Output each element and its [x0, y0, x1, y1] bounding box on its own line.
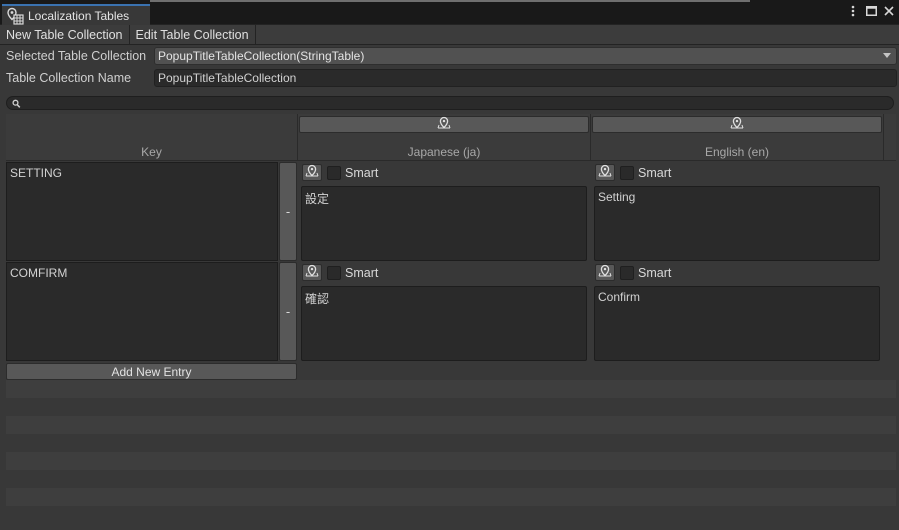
translation-field[interactable]: 確認	[301, 286, 587, 361]
remove-entry-button[interactable]: -	[279, 262, 297, 361]
empty-row	[6, 380, 896, 398]
entry-settings-button[interactable]	[302, 264, 322, 281]
smart-checkbox[interactable]	[620, 265, 634, 280]
smart-label: Smart	[345, 165, 379, 180]
table-row: SETTING - Smart 設定 Smart Setting	[6, 162, 896, 262]
locale-settings-icon	[437, 116, 451, 133]
selected-collection-value: PopupTitleTableCollection(StringTable)	[158, 49, 365, 63]
edit-table-collection-button[interactable]: Edit Table Collection	[130, 25, 256, 44]
smart-checkbox[interactable]	[327, 265, 341, 280]
locale-ja-settings-button[interactable]	[299, 116, 589, 133]
column-header-japanese[interactable]: Japanese (ja)	[298, 145, 590, 159]
collection-name-field[interactable]: PopupTitleTableCollection	[154, 69, 897, 87]
locale-settings-icon	[598, 164, 612, 181]
cell-controls: Smart	[595, 264, 671, 281]
cell-controls: Smart	[595, 164, 671, 181]
locale-cell-ja: Smart 確認	[300, 262, 590, 361]
translation-value: Confirm	[598, 290, 641, 304]
smart-label: Smart	[345, 265, 379, 280]
entry-settings-button[interactable]	[302, 164, 322, 181]
empty-row	[6, 452, 896, 470]
add-new-entry-button[interactable]: Add New Entry	[6, 363, 297, 380]
cell-controls: Smart	[302, 164, 378, 181]
chevron-down-icon	[883, 53, 891, 58]
entry-settings-button[interactable]	[595, 164, 615, 181]
localization-table: Key Japanese (ja) English (en) SETTING -	[6, 114, 896, 530]
translation-field[interactable]: Confirm	[594, 286, 880, 361]
empty-row	[6, 398, 896, 416]
tab-strip-divider	[150, 0, 750, 2]
window-tab-strip: Localization Tables	[0, 0, 899, 25]
locale-settings-icon	[730, 116, 744, 133]
locale-settings-icon	[305, 164, 319, 181]
table-row: COMFIRM - Smart 確認 Smart Confirm	[6, 262, 896, 362]
selected-collection-row: Selected Table Collection PopupTitleTabl…	[0, 46, 899, 66]
translation-field[interactable]: Setting	[594, 186, 880, 261]
collection-name-value: PopupTitleTableCollection	[158, 71, 297, 85]
locale-settings-icon	[305, 264, 319, 281]
search-input[interactable]	[6, 96, 894, 110]
remove-entry-button[interactable]: -	[279, 162, 297, 261]
locale-cell-en: Smart Confirm	[593, 262, 883, 361]
key-field[interactable]: COMFIRM	[6, 262, 278, 361]
empty-row	[6, 488, 896, 506]
collection-name-label: Table Collection Name	[6, 71, 132, 85]
empty-row	[6, 434, 896, 452]
key-field[interactable]: SETTING	[6, 162, 278, 261]
close-icon[interactable]	[883, 5, 895, 17]
empty-row	[6, 470, 896, 488]
tab-title: Localization Tables	[28, 8, 130, 23]
key-value: SETTING	[10, 166, 63, 180]
collection-name-row: Table Collection Name PopupTitleTableCol…	[0, 68, 899, 88]
translation-value: 設定	[305, 192, 330, 206]
globe-table-icon	[6, 7, 24, 25]
window-controls	[847, 5, 895, 17]
smart-checkbox[interactable]	[620, 165, 634, 180]
kebab-menu-icon[interactable]	[847, 5, 859, 17]
empty-row	[6, 506, 896, 524]
locale-settings-icon	[598, 264, 612, 281]
translation-value: 確認	[305, 292, 330, 306]
new-table-collection-button[interactable]: New Table Collection	[0, 25, 130, 44]
locale-en-settings-button[interactable]	[592, 116, 882, 133]
empty-row	[6, 416, 896, 434]
cell-controls: Smart	[302, 264, 378, 281]
selected-collection-dropdown[interactable]: PopupTitleTableCollection(StringTable)	[154, 47, 897, 65]
smart-label: Smart	[638, 265, 672, 280]
smart-label: Smart	[638, 165, 672, 180]
locale-cell-ja: Smart 設定	[300, 162, 590, 261]
column-divider	[883, 114, 884, 161]
maximize-icon[interactable]	[865, 5, 877, 17]
tab-localization-tables[interactable]: Localization Tables	[2, 4, 150, 25]
selected-collection-label: Selected Table Collection	[6, 49, 147, 63]
translation-field[interactable]: 設定	[301, 186, 587, 261]
column-header-key[interactable]: Key	[6, 145, 297, 159]
table-header: Key Japanese (ja) English (en)	[6, 114, 896, 161]
key-value: COMFIRM	[10, 266, 68, 280]
locale-cell-en: Smart Setting	[593, 162, 883, 261]
toolbar: New Table Collection Edit Table Collecti…	[0, 25, 899, 45]
entry-settings-button[interactable]	[595, 264, 615, 281]
search-icon	[12, 98, 21, 112]
smart-checkbox[interactable]	[327, 165, 341, 180]
translation-value: Setting	[598, 190, 636, 204]
column-header-english[interactable]: English (en)	[591, 145, 883, 159]
